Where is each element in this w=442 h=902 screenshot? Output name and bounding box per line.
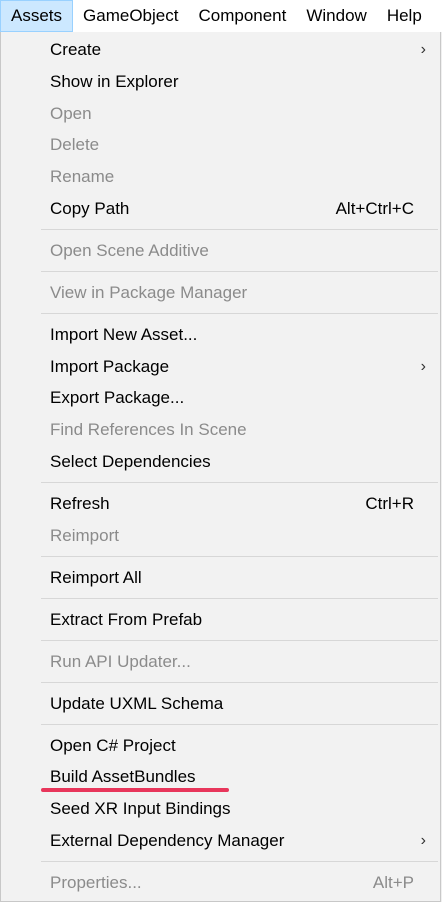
menu-item-label: Find References In Scene	[50, 420, 247, 439]
menu-separator	[41, 482, 438, 483]
menu-item-label: Import New Asset...	[50, 325, 198, 344]
menu-item-import-package[interactable]: Import Package ›	[1, 351, 440, 383]
menu-item-run-api-updater: Run API Updater...	[1, 646, 440, 678]
menu-item-label: Extract From Prefab	[50, 610, 203, 629]
shortcut-label: Ctrl+R	[365, 494, 414, 513]
menu-item-open-scene-additive: Open Scene Additive	[1, 235, 440, 267]
menu-item-label: Export Package...	[50, 388, 185, 407]
menu-separator	[41, 556, 438, 557]
menu-item-label: Open	[50, 104, 92, 123]
menu-item-open: Open	[1, 98, 440, 130]
menu-item-label: Select Dependencies	[50, 452, 211, 471]
menubar-assets[interactable]: Assets	[0, 0, 74, 32]
menu-item-label: Build AssetBundles	[50, 767, 196, 786]
menu-item-label: Seed XR Input Bindings	[50, 799, 231, 818]
menu-item-label: Show in Explorer	[50, 72, 179, 91]
menu-separator	[41, 640, 438, 641]
assets-dropdown-menu: Create › Show in Explorer Open Delete Re…	[0, 32, 441, 902]
menu-item-external-dependency-manager[interactable]: External Dependency Manager ›	[1, 825, 440, 857]
menu-item-label: Rename	[50, 167, 115, 186]
menu-separator	[41, 271, 438, 272]
menubar-component[interactable]: Component	[188, 0, 296, 32]
shortcut-label: Alt+Ctrl+C	[335, 199, 414, 218]
menu-item-rename: Rename	[1, 161, 440, 193]
menu-bar: Assets GameObject Component Window Help	[0, 0, 442, 32]
menu-item-extract-from-prefab[interactable]: Extract From Prefab	[1, 604, 440, 636]
menu-item-label: Reimport All	[50, 568, 142, 587]
menu-item-select-dependencies[interactable]: Select Dependencies	[1, 446, 440, 478]
menu-item-export-package[interactable]: Export Package...	[1, 382, 440, 414]
shortcut-label: Alt+P	[372, 873, 414, 892]
menu-item-label: Refresh	[50, 494, 110, 513]
submenu-arrow-icon: ›	[420, 358, 426, 375]
menubar-window[interactable]: Window	[296, 0, 376, 32]
menu-separator	[41, 682, 438, 683]
menu-item-reimport: Reimport	[1, 520, 440, 552]
menu-item-update-uxml-schema[interactable]: Update UXML Schema	[1, 688, 440, 720]
menu-item-label: External Dependency Manager	[50, 831, 285, 850]
menu-item-copy-path[interactable]: Copy Path Alt+Ctrl+C	[1, 193, 440, 225]
menu-item-reimport-all[interactable]: Reimport All	[1, 562, 440, 594]
submenu-arrow-icon: ›	[420, 41, 426, 58]
menu-item-show-in-explorer[interactable]: Show in Explorer	[1, 66, 440, 98]
menu-item-label: Open Scene Additive	[50, 241, 209, 260]
menu-item-import-new-asset[interactable]: Import New Asset...	[1, 319, 440, 351]
menu-item-label: Copy Path	[50, 199, 130, 218]
menu-item-open-csharp-project[interactable]: Open C# Project	[1, 730, 440, 762]
menu-item-delete: Delete	[1, 129, 440, 161]
menu-item-label: Import Package	[50, 357, 170, 376]
menu-item-view-in-package-manager: View in Package Manager	[1, 277, 440, 309]
menu-item-label: Run API Updater...	[50, 652, 191, 671]
menu-item-seed-xr-input-bindings[interactable]: Seed XR Input Bindings	[1, 793, 440, 825]
menu-item-label: Open C# Project	[50, 736, 176, 755]
submenu-arrow-icon: ›	[420, 832, 426, 849]
menu-item-create[interactable]: Create ›	[1, 34, 440, 66]
highlight-underline	[41, 788, 229, 792]
menu-item-properties: Properties... Alt+P	[1, 867, 440, 899]
menu-item-label: Properties...	[50, 873, 142, 892]
menu-item-label: Create	[50, 40, 102, 59]
menu-item-label: Reimport	[50, 526, 119, 545]
menu-item-label: Delete	[50, 135, 100, 154]
menu-separator	[41, 861, 438, 862]
menu-item-label: View in Package Manager	[50, 283, 248, 302]
menubar-gameobject[interactable]: GameObject	[73, 0, 188, 32]
menu-separator	[41, 724, 438, 725]
menu-separator	[41, 313, 438, 314]
menu-item-refresh[interactable]: Refresh Ctrl+R	[1, 488, 440, 520]
menu-item-find-references-in-scene: Find References In Scene	[1, 414, 440, 446]
menu-separator	[41, 229, 438, 230]
menubar-help[interactable]: Help	[377, 0, 432, 32]
menu-item-label: Update UXML Schema	[50, 694, 224, 713]
menu-separator	[41, 598, 438, 599]
